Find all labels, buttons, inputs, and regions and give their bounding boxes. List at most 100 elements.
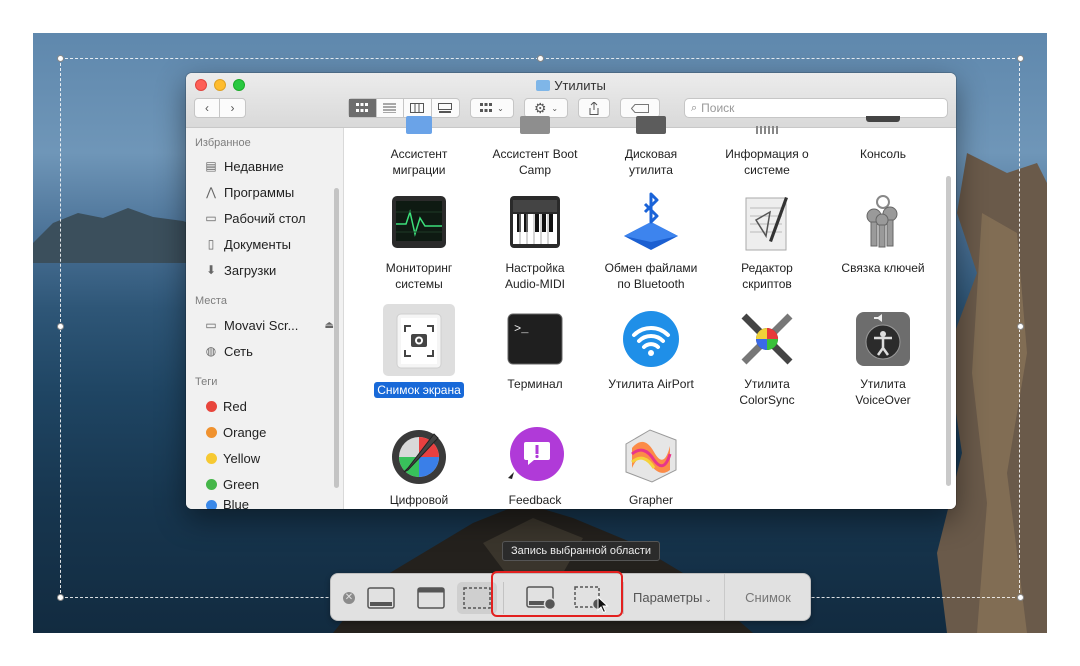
sidebar-item-documents[interactable]: ▯ Документы [204,234,334,254]
app-item[interactable]: Настройка Audio-MIDI [477,192,593,292]
window-title: Утилиты [186,78,956,93]
app-item[interactable]: Утилита ColorSync [709,308,825,408]
sidebar-item-recents[interactable]: ▤ Недавние [204,156,334,176]
capture-entire-screen-button[interactable] [361,582,401,614]
documents-icon: ▯ [207,237,215,251]
app-item[interactable]: Редактор скриптов [709,192,825,292]
app-item[interactable]: Grapher [593,424,709,508]
chevron-down-icon: ⌄ [551,103,559,113]
colorsync-icon [736,308,798,370]
sidebar-header-places: Места [195,295,227,307]
sidebar-item-applications[interactable]: ⋀ Программы [204,182,334,202]
list-icon [383,103,397,113]
terminal-icon: >_ [504,308,566,370]
app-item[interactable]: Утилита VoiceOver [825,308,941,408]
sidebar-item-movavi-disk[interactable]: ▭ Movavi Scr... ⏏ [204,315,334,335]
view-mode-switcher [348,98,460,118]
app-item[interactable]: >_ Терминал [477,308,593,392]
icon-grid: Ассистент миграции Ассистент Boot Camp Д… [345,116,956,509]
share-button[interactable] [578,98,610,118]
boot-camp-icon [504,116,566,140]
sidebar-item-tag-green[interactable]: Green [204,474,334,494]
tag-color-dot [206,400,217,412]
keychain-icon [852,192,914,254]
sidebar-item-network[interactable]: ◍ Сеть [204,341,334,361]
search-placeholder: Поиск [701,101,735,115]
app-item[interactable]: Связка ключей [825,192,941,276]
selection-handle[interactable] [1017,323,1024,330]
sidebar-item-tag-red[interactable]: Red [204,396,334,416]
group-by-button[interactable]: ⌄ [470,98,514,118]
capture-window-button[interactable] [411,582,451,614]
back-button[interactable]: ‹ [195,99,221,117]
app-item[interactable]: Утилита AirPort [593,308,709,392]
airport-icon [620,308,682,370]
selection-handle[interactable] [57,323,64,330]
console-icon [852,116,914,140]
sidebar-header-favorites: Избранное [195,137,251,149]
nav-buttons: ‹ › [194,98,246,118]
gallery-view-button[interactable] [432,99,459,117]
digital-color-meter-icon [388,424,450,486]
screenshot-icon [383,304,455,376]
finder-window: Утилиты ‹ › ⌄ ⚙ ⌄ ⌕ Поиск Избранное ▤ Не… [186,73,956,509]
applications-icon: ⋀ [206,185,216,199]
app-item[interactable]: Консоль [825,116,941,162]
grid-icon [356,103,369,112]
sidebar-item-tag-orange[interactable]: Orange [204,422,334,442]
forward-button[interactable]: › [220,99,245,117]
disk-utility-icon [620,116,682,140]
sidebar-item-desktop[interactable]: ▭ Рабочий стол [204,208,334,228]
feedback-icon [504,424,566,486]
utilities-folder-icon [536,80,551,91]
capture-button[interactable]: Снимок [724,574,811,620]
grapher-icon [620,424,682,486]
gallery-icon [438,103,453,113]
app-item-selected[interactable]: Снимок экрана [361,304,477,398]
tag-icon [631,103,649,113]
selection-handle[interactable] [57,55,64,62]
columns-icon [410,103,425,113]
app-item[interactable]: Feedback [477,424,593,508]
system-information-icon [736,116,798,140]
selection-handle[interactable] [1017,55,1024,62]
search-field[interactable]: ⌕ Поиск [684,98,948,118]
tags-button[interactable] [620,98,660,118]
content-scrollbar[interactable] [946,176,951,486]
app-item[interactable]: Мониторинг системы [361,192,477,292]
app-item[interactable]: Информация о системе [709,116,825,178]
selection-handle[interactable] [57,594,64,601]
tag-color-dot [206,478,217,490]
tooltip: Запись выбранной области [502,541,661,561]
recents-icon: ▤ [205,159,217,173]
options-menu-button[interactable]: Параметры ⌄ [633,590,712,605]
action-menu-button[interactable]: ⚙ ⌄ [524,98,568,118]
selection-handle[interactable] [537,55,544,62]
app-item[interactable]: Ассистент миграции [361,116,477,178]
close-icon[interactable]: ✕ [343,592,355,604]
audio-midi-icon [504,192,566,254]
activity-monitor-icon [388,192,450,254]
search-icon: ⌕ [691,101,698,114]
icon-view-button[interactable] [349,99,377,117]
app-item[interactable]: Дисковая утилита [593,116,709,178]
sidebar-scrollbar[interactable] [334,188,339,488]
mouse-cursor-icon [597,596,609,614]
selection-handle[interactable] [1017,594,1024,601]
list-view-button[interactable] [377,99,404,117]
migration-assistant-icon [388,116,450,140]
app-item[interactable]: Ассистент Boot Camp [477,116,593,178]
chevron-down-icon: ⌄ [497,103,504,113]
network-icon: ◍ [205,344,217,358]
column-view-button[interactable] [404,99,432,117]
app-item[interactable]: Обмен файлами по Bluetooth [593,192,709,292]
app-item[interactable]: Цифровой [361,424,477,508]
sidebar-item-tag-yellow[interactable]: Yellow [204,448,334,468]
window-icon [417,587,445,609]
sidebar-item-tag-blue[interactable]: Blue [204,500,334,509]
sidebar-item-downloads[interactable]: ⬇ Загрузки [204,260,334,280]
toolbar-divider [623,582,624,614]
tag-color-dot [206,426,217,438]
desktop-icon: ▭ [205,211,217,225]
eject-icon[interactable]: ⏏ [325,320,334,331]
